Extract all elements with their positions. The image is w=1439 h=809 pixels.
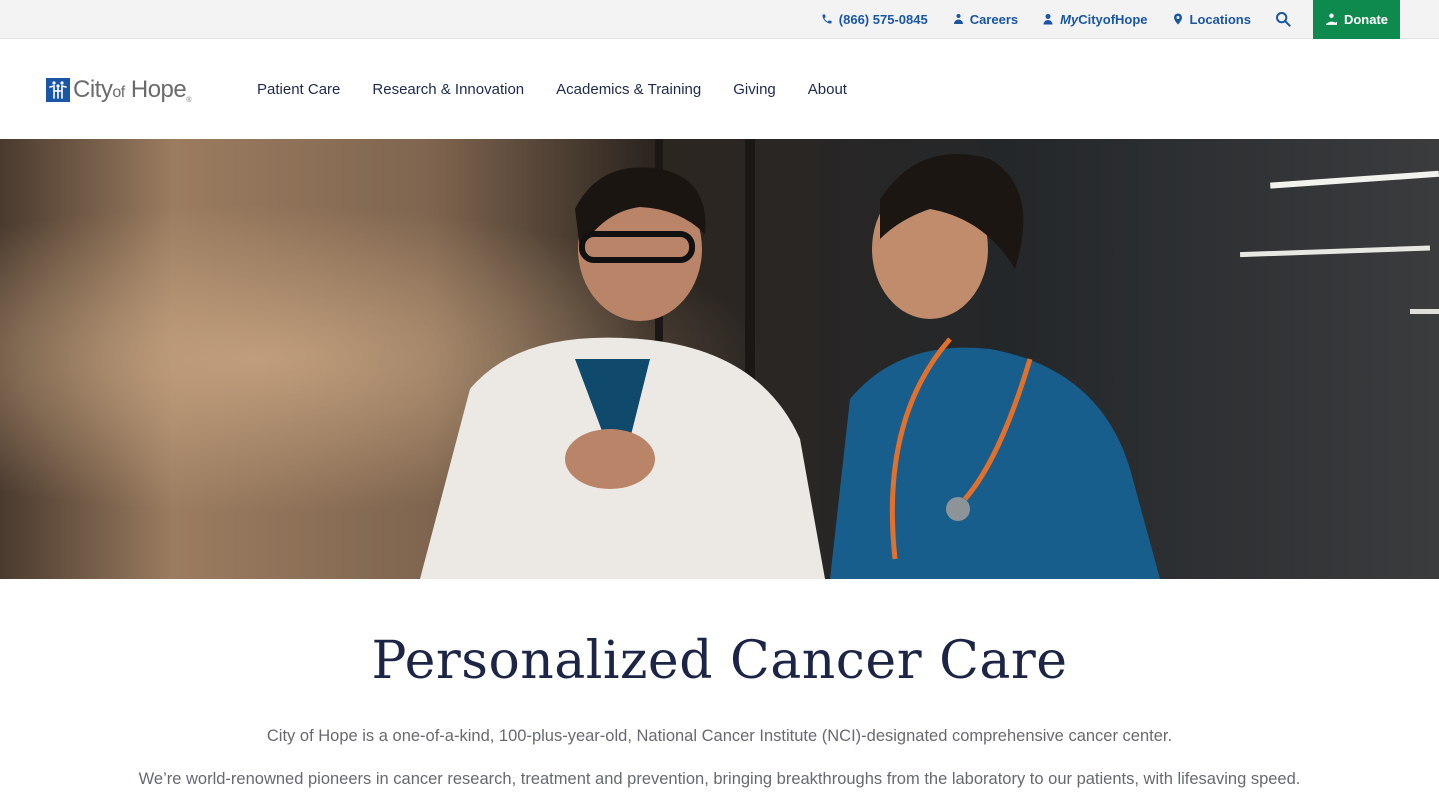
my-prefix: My	[1060, 11, 1079, 27]
hero-image	[0, 139, 1439, 579]
donate-button[interactable]: Donate	[1312, 0, 1400, 39]
locations-label: Locations	[1189, 11, 1251, 27]
search-icon	[1275, 11, 1291, 27]
careers-icon	[953, 14, 963, 24]
nav-about[interactable]: About	[808, 81, 847, 98]
careers-label: Careers	[969, 11, 1019, 27]
donate-icon	[1326, 13, 1337, 25]
logo-registered: ®	[186, 97, 191, 104]
logo-of: of	[112, 84, 125, 101]
logo-text: Cityof Hope®	[73, 76, 191, 104]
phone-link[interactable]: (866) 575-0845	[821, 0, 928, 39]
page-title: Personalized Cancer Care	[371, 631, 1068, 691]
mycityofhope-label: MyCityofHope	[1060, 12, 1147, 27]
intro-paragraph-1: City of Hope is a one-of-a-kind, 100-plu…	[266, 727, 1173, 745]
main-nav: Patient Care Research & Innovation Acade…	[257, 39, 879, 139]
user-icon	[1043, 14, 1053, 25]
nav-giving[interactable]: Giving	[733, 81, 776, 98]
nav-patient-care[interactable]: Patient Care	[257, 81, 340, 98]
locations-link[interactable]: Locations	[1172, 0, 1251, 39]
main-header: Cityof Hope® Patient Care Research & Inn…	[0, 39, 1439, 139]
hero-photo	[0, 139, 1439, 579]
my-suffix: CityofHope	[1078, 11, 1148, 27]
logo-mark-icon	[46, 78, 70, 102]
intro-section: Personalized Cancer Care City of Hope is…	[0, 579, 1439, 809]
city-of-hope-logo[interactable]: Cityof Hope®	[46, 76, 191, 104]
logo-hope: Hope	[130, 76, 187, 103]
nav-academics-training[interactable]: Academics & Training	[556, 81, 701, 98]
phone-icon	[822, 14, 832, 24]
donate-label: Donate	[1343, 11, 1388, 27]
logo-city: City	[73, 76, 113, 103]
nav-research-innovation[interactable]: Research & Innovation	[372, 81, 524, 98]
intro-paragraph-2: We’re world-renowned pioneers in cancer …	[138, 770, 1301, 788]
search-button[interactable]	[1275, 10, 1293, 28]
careers-link[interactable]: Careers	[952, 0, 1018, 39]
mycityofhope-link[interactable]: MyCityofHope	[1042, 0, 1148, 39]
map-pin-icon	[1173, 13, 1182, 25]
utility-bar: (866) 575-0845 Careers MyCityofHope Loca…	[0, 0, 1439, 39]
phone-number: (866) 575-0845	[838, 11, 928, 27]
